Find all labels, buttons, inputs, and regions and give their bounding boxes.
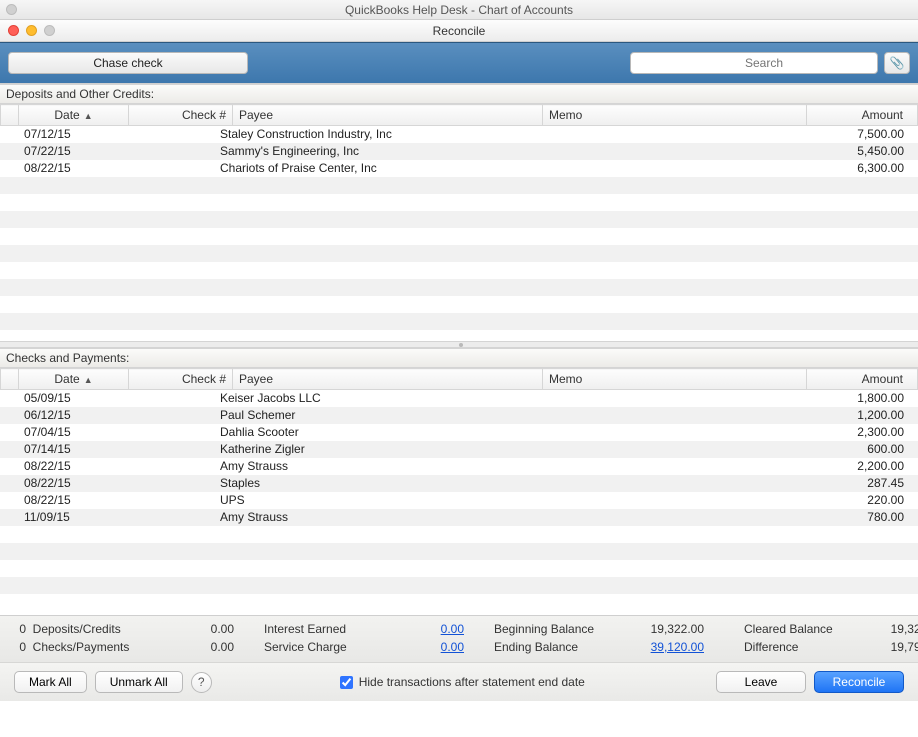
table-row[interactable]: 07/12/15Staley Construction Industry, In…	[0, 126, 918, 143]
inner-title-bar: Reconcile	[0, 20, 918, 42]
deposits-section-title: Deposits and Other Credits:	[0, 84, 918, 104]
difference-label: Difference	[744, 640, 864, 654]
deposits-col-date[interactable]: Date▲	[19, 105, 129, 126]
reconcile-button[interactable]: Reconcile	[814, 671, 904, 693]
outer-window-title: QuickBooks Help Desk - Chart of Accounts	[345, 3, 573, 17]
cleared-balance-label: Cleared Balance	[744, 622, 864, 636]
table-row	[0, 594, 918, 611]
help-icon: ?	[198, 675, 205, 689]
table-row[interactable]: 07/14/15Katherine Zigler600.00	[0, 441, 918, 458]
service-charge-label: Service Charge	[264, 640, 374, 654]
payments-col-checknum[interactable]: Check #	[129, 369, 233, 390]
close-window-icon[interactable]	[8, 25, 19, 36]
cleared-balance-value: 19,322.00	[864, 622, 918, 636]
deposits-count: 0	[14, 622, 26, 636]
payments-col-memo[interactable]: Memo	[543, 369, 807, 390]
help-button[interactable]: ?	[191, 672, 212, 693]
inner-window-title: Reconcile	[433, 24, 486, 38]
payments-header: Date▲ Check # Payee Memo Amount	[0, 368, 918, 390]
table-row	[0, 330, 918, 341]
ending-balance-label: Ending Balance	[494, 640, 614, 654]
table-row	[0, 245, 918, 262]
table-row[interactable]: 08/22/15UPS220.00	[0, 492, 918, 509]
sort-asc-icon: ▲	[84, 111, 93, 121]
table-row[interactable]: 08/22/15Staples287.45	[0, 475, 918, 492]
summary-bar: 0 Deposits/Credits 0.00 Interest Earned …	[0, 615, 918, 662]
payments-section-title: Checks and Payments:	[0, 348, 918, 368]
mark-all-button[interactable]: Mark All	[14, 671, 87, 693]
table-row	[0, 211, 918, 228]
zoom-window-icon	[44, 25, 55, 36]
account-selector-button[interactable]: Chase check	[8, 52, 248, 74]
beginning-balance-value: 19,322.00	[614, 622, 704, 636]
beginning-balance-label: Beginning Balance	[494, 622, 614, 636]
table-row	[0, 194, 918, 211]
search-input[interactable]	[630, 52, 878, 74]
interest-earned-label: Interest Earned	[264, 622, 374, 636]
payments-rows: 05/09/15Keiser Jacobs LLC1,800.0006/12/1…	[0, 390, 918, 615]
deposits-header: Date▲ Check # Payee Memo Amount	[0, 104, 918, 126]
table-row[interactable]: 06/12/15Paul Schemer1,200.00	[0, 407, 918, 424]
window-controls	[8, 25, 55, 36]
table-row	[0, 228, 918, 245]
hide-transactions-checkbox[interactable]: Hide transactions after statement end da…	[340, 675, 585, 689]
leave-button[interactable]: Leave	[716, 671, 806, 693]
payments-col-date[interactable]: Date▲	[19, 369, 129, 390]
attachment-button[interactable]: 📎	[884, 52, 910, 74]
table-row	[0, 526, 918, 543]
deposits-col-memo[interactable]: Memo	[543, 105, 807, 126]
table-row	[0, 543, 918, 560]
table-row	[0, 313, 918, 330]
deposits-col-checknum[interactable]: Check #	[129, 105, 233, 126]
disabled-traffic-light	[6, 4, 17, 15]
table-row	[0, 296, 918, 313]
table-row	[0, 560, 918, 577]
table-row	[0, 262, 918, 279]
toolbar: Chase check 🔍 📎	[0, 42, 918, 84]
payments-count-label: Checks/Payments	[33, 640, 130, 654]
deposits-col-amount[interactable]: Amount	[807, 105, 918, 126]
table-row[interactable]: 11/09/15Amy Strauss780.00	[0, 509, 918, 526]
paperclip-icon: 📎	[890, 56, 905, 70]
table-row[interactable]: 08/22/15Amy Strauss2,200.00	[0, 458, 918, 475]
interest-earned-link[interactable]: 0.00	[441, 622, 464, 636]
payments-col-checkbox[interactable]	[1, 369, 19, 390]
table-row[interactable]: 05/09/15Keiser Jacobs LLC1,800.00	[0, 390, 918, 407]
ending-balance-link[interactable]: 39,120.00	[651, 640, 704, 654]
service-charge-link[interactable]: 0.00	[441, 640, 464, 654]
payments-col-payee[interactable]: Payee	[233, 369, 543, 390]
table-row[interactable]: 08/22/15Chariots of Praise Center, Inc6,…	[0, 160, 918, 177]
deposits-col-checkbox[interactable]	[1, 105, 19, 126]
table-row	[0, 577, 918, 594]
hide-transactions-checkbox-input[interactable]	[340, 676, 353, 689]
difference-value: 19,798.00	[864, 640, 918, 654]
table-row[interactable]: 07/22/15Sammy's Engineering, Inc5,450.00	[0, 143, 918, 160]
hide-transactions-label: Hide transactions after statement end da…	[359, 675, 585, 689]
payments-count: 0	[14, 640, 26, 654]
table-row[interactable]: 07/04/15Dahlia Scooter2,300.00	[0, 424, 918, 441]
sort-asc-icon: ▲	[84, 375, 93, 385]
table-row	[0, 279, 918, 296]
split-handle[interactable]	[0, 341, 918, 348]
deposits-col-payee[interactable]: Payee	[233, 105, 543, 126]
deposits-rows: 07/12/15Staley Construction Industry, In…	[0, 126, 918, 341]
minimize-window-icon[interactable]	[26, 25, 37, 36]
bottom-bar: Mark All Unmark All ? Hide transactions …	[0, 662, 918, 701]
outer-title-bar: QuickBooks Help Desk - Chart of Accounts	[0, 0, 918, 20]
unmark-all-button[interactable]: Unmark All	[95, 671, 183, 693]
payments-total: 0.00	[154, 640, 234, 654]
deposits-total: 0.00	[154, 622, 234, 636]
table-row	[0, 177, 918, 194]
deposits-count-label: Deposits/Credits	[33, 622, 121, 636]
payments-col-amount[interactable]: Amount	[807, 369, 918, 390]
